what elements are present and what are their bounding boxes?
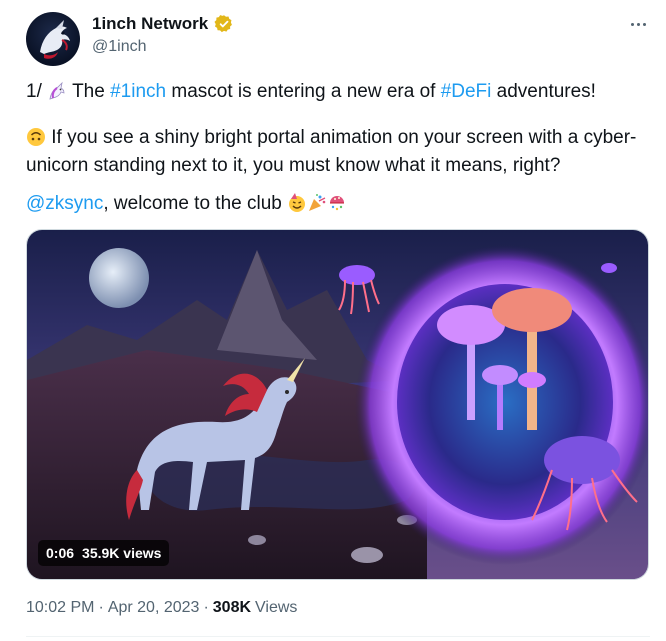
tweet-text: The xyxy=(72,81,105,102)
divider xyxy=(26,636,650,637)
hashtag-1inch-link[interactable]: #1inch xyxy=(110,81,166,102)
tweet-views-count: 308K xyxy=(212,599,252,616)
author-name[interactable]: 1inch Network xyxy=(92,14,208,34)
tweet-text: , welcome to the club xyxy=(103,193,282,214)
party-face-icon xyxy=(287,193,307,220)
video-media[interactable] xyxy=(26,229,649,580)
more-options-button[interactable] xyxy=(626,12,650,36)
tweet-date[interactable]: Apr 20, 2023 xyxy=(108,599,200,617)
video-stats-badge: 0:06 35.9K views xyxy=(38,540,170,566)
mention-zksync-link[interactable]: @zksync xyxy=(26,193,103,214)
hashtag-defi-link[interactable]: #DeFi xyxy=(441,81,492,102)
tweet-time[interactable]: 10:02 PM xyxy=(26,599,94,617)
avatar[interactable] xyxy=(26,12,80,66)
tweet-line-3: @zksync, welcome to the club xyxy=(26,192,646,220)
tweet-line-1: 1/ The #1inch mascot is entering a new e… xyxy=(26,80,646,108)
tweet-text: If you see a shiny bright portal animati… xyxy=(26,127,637,176)
party-popper-icon xyxy=(307,193,327,220)
thread-number: 1/ xyxy=(26,81,42,102)
video-views: 35.9K views xyxy=(82,545,162,561)
author-handle[interactable]: @1inch xyxy=(92,38,147,56)
unicorn-icon xyxy=(47,81,67,108)
tweet-text: adventures! xyxy=(496,81,596,102)
tweet-text: mascot is entering a new era of xyxy=(171,81,436,102)
video-duration: 0:06 xyxy=(46,545,75,561)
verified-badge-icon xyxy=(214,15,233,33)
more-icon xyxy=(630,22,634,26)
meta-separator: · xyxy=(98,599,104,616)
confetti-ball-icon xyxy=(327,193,347,220)
upside-down-face-icon xyxy=(26,127,46,154)
tweet-line-2: If you see a shiny bright portal animati… xyxy=(26,126,646,178)
meta-separator: · xyxy=(203,599,209,616)
tweet-meta: 10:02 PM · Apr 20, 2023 · 308K Views xyxy=(26,599,297,617)
video-thumbnail xyxy=(27,230,648,579)
1inch-logo-icon xyxy=(40,20,70,59)
tweet-views-label: Views xyxy=(255,599,298,616)
